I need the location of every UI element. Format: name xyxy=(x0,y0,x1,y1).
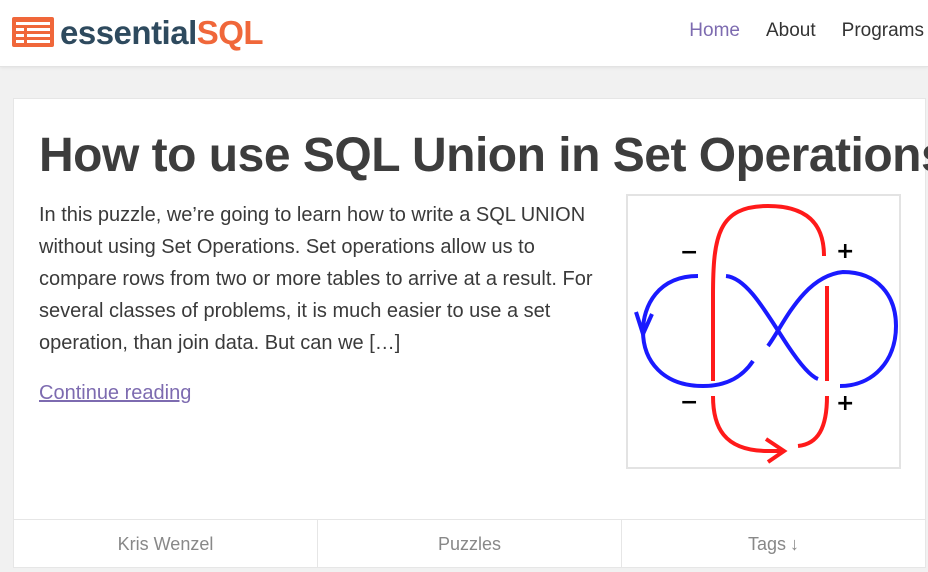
plus-sign-bottom: + xyxy=(836,391,854,416)
logo-text: essentialSQL xyxy=(60,13,264,51)
minus-sign-bottom: − xyxy=(680,390,698,415)
site-header: essentialSQL Home About Programs xyxy=(0,0,928,67)
logo-text-sql: SQL xyxy=(196,13,264,51)
post-author-label: Kris Wenzel xyxy=(117,533,214,554)
plus-sign-top: + xyxy=(836,239,854,264)
post-card: How to use SQL Union in Set Operations I… xyxy=(13,98,928,568)
post-excerpt: In this puzzle, we’re going to learn how… xyxy=(39,204,593,354)
post-category-label: Puzzles xyxy=(437,533,502,554)
main-nav: Home About Programs xyxy=(663,19,924,43)
logo-text-essential: essential xyxy=(60,13,197,51)
nav-home[interactable]: Home xyxy=(689,19,740,43)
knot-diagram-icon: − + − + xyxy=(634,203,899,464)
nav-about[interactable]: About xyxy=(766,19,816,43)
database-table-icon xyxy=(12,17,54,47)
continue-reading-link[interactable]: Continue reading xyxy=(39,380,191,406)
post-tags-toggle[interactable]: Tags ↓ xyxy=(622,520,925,568)
site-logo[interactable]: essentialSQL xyxy=(12,13,264,51)
minus-sign-top: − xyxy=(680,240,698,265)
post-category[interactable]: Puzzles xyxy=(318,520,622,568)
tags-label: Tags xyxy=(747,533,787,554)
post-title[interactable]: How to use SQL Union in Set Operations xyxy=(39,127,928,185)
nav-programs[interactable]: Programs xyxy=(842,19,924,43)
post-meta-bar: Kris Wenzel Puzzles Tags ↓ xyxy=(14,519,925,568)
post-author[interactable]: Kris Wenzel xyxy=(14,520,318,568)
post-thumbnail[interactable]: − + − + xyxy=(626,194,901,469)
arrow-down-icon: ↓ xyxy=(790,533,800,554)
